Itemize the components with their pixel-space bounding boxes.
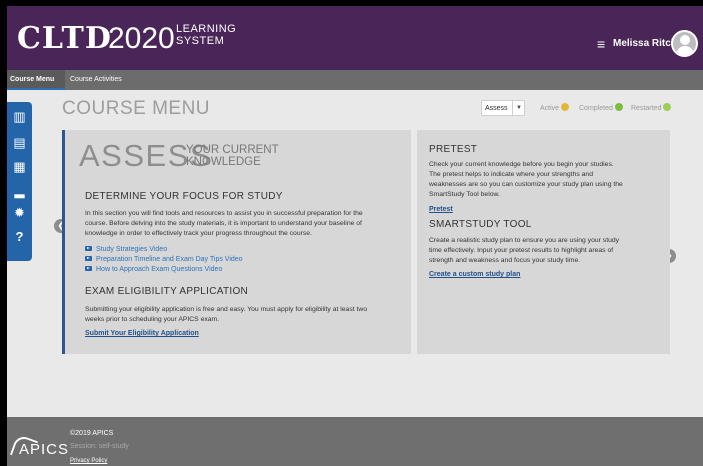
footer: APICS ©2019 APICS Session: self-study Pr… <box>7 417 703 466</box>
logo-system-line1: LEARNING <box>176 23 237 35</box>
focus-heading: DETERMINE YOUR FOCUS FOR STUDY <box>85 191 283 202</box>
help-icon[interactable]: ? <box>11 228 28 245</box>
tab-course-menu[interactable]: Course Menu <box>7 70 65 90</box>
video-icon <box>85 246 92 251</box>
flashcards-icon[interactable]: ▦ <box>11 158 28 175</box>
privacy-policy-link[interactable]: Privacy Policy <box>70 457 107 465</box>
pretest-heading: PRETEST <box>429 144 478 155</box>
chart-icon[interactable]: ▂ <box>11 182 28 199</box>
notes-icon[interactable]: ▤ <box>11 134 28 151</box>
video-link-study-strategies[interactable]: Study Strategies Video <box>85 245 167 255</box>
filter-selected-value: Assess <box>485 105 508 112</box>
session-text: Session: self-study <box>70 443 129 450</box>
legend-completed: Completed <box>579 103 623 114</box>
pretest-link[interactable]: Pretest <box>429 205 453 215</box>
user-avatar-icon[interactable] <box>671 30 698 57</box>
video-link-exam-questions[interactable]: How to Approach Exam Questions Video <box>85 265 222 275</box>
logo-year: 2020 <box>108 22 175 55</box>
create-study-plan-link[interactable]: Create a custom study plan <box>429 270 520 280</box>
submit-eligibility-link[interactable]: Submit Your Eligibility Application <box>85 329 199 339</box>
apics-logo: APICS <box>9 433 69 463</box>
logo-learning-system: LEARNING SYSTEM <box>176 23 236 47</box>
eligibility-description: Submitting your eligibility application … <box>85 306 368 323</box>
video-link-preparation-timeline[interactable]: Preparation Timeline and Exam Day Tips V… <box>85 255 243 265</box>
tab-course-activities[interactable]: Course Activities <box>67 70 125 90</box>
active-pencil-icon <box>561 103 570 111</box>
pretest-panel: PRETEST Check your current knowledge bef… <box>417 130 670 354</box>
phase-filter-select[interactable]: Assess ▼ <box>481 100 525 116</box>
focus-description: In this section you will find tools and … <box>85 210 363 237</box>
video-icon <box>85 266 92 271</box>
completed-check-icon <box>614 103 623 111</box>
smartstudy-heading: SMARTSTUDY TOOL <box>429 219 532 230</box>
copyright-text: ©2019 APICS <box>70 430 114 437</box>
pretest-description: Check your current knowledge before you … <box>429 161 623 198</box>
restarted-pencil-icon <box>663 103 672 111</box>
video-icon <box>85 256 92 261</box>
smartstudy-description: Create a realistic study plan to ensure … <box>429 237 620 264</box>
page-title: COURSE MENU <box>62 98 211 119</box>
assess-panel: ASSESS YOUR CURRENT KNOWLEDGE DETERMINE … <box>62 130 411 354</box>
top-header: CLTD 2020 LEARNING SYSTEM ≡ Melissa Ritc… <box>7 6 703 70</box>
hamburger-menu-icon[interactable]: ≡ <box>597 37 605 51</box>
library-icon[interactable]: ▥ <box>11 108 28 125</box>
nav-bar: Course Menu Course Activities <box>7 70 703 90</box>
legend-active: Active <box>540 103 570 114</box>
logo-cltd: CLTD <box>17 21 112 56</box>
assess-subtitle: YOUR CURRENT KNOWLEDGE <box>186 144 279 168</box>
legend-restarted: Restarted <box>631 103 672 114</box>
app-window: CLTD 2020 LEARNING SYSTEM ≡ Melissa Ritc… <box>7 6 703 466</box>
logo-system-line2: SYSTEM <box>176 35 225 47</box>
badge-icon[interactable]: ✹ <box>11 204 28 221</box>
chevron-down-icon[interactable]: ▼ <box>512 101 525 115</box>
eligibility-heading: EXAM ELIGIBILITY APPLICATION <box>85 286 249 297</box>
side-toolbar: ▥ ▤ ▦ ▂ ✹ ? <box>7 102 32 261</box>
